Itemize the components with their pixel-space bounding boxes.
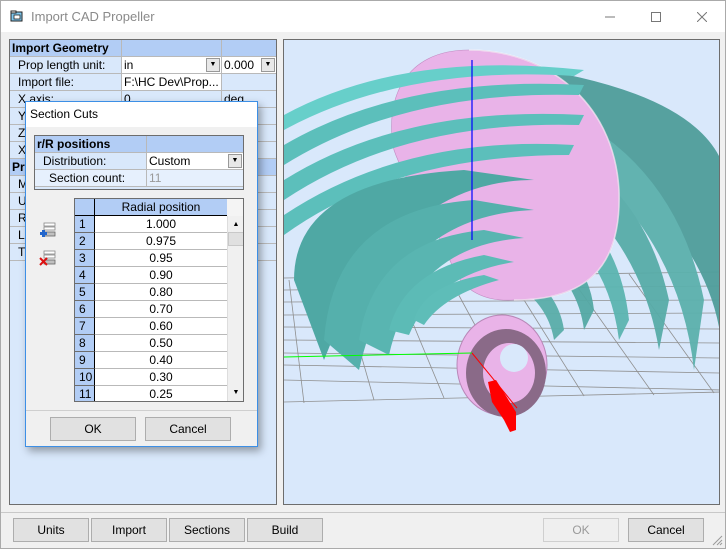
build-button[interactable]: Build bbox=[247, 518, 323, 542]
maximize-icon bbox=[651, 11, 661, 22]
radial-position-cell[interactable]: 0.90 bbox=[95, 267, 227, 284]
distribution-row: Distribution: Custom ▼ bbox=[35, 153, 243, 170]
import-file-label: Import file: bbox=[10, 74, 122, 90]
window-title: Import CAD Propeller bbox=[31, 9, 155, 24]
row-number[interactable]: 10 bbox=[75, 369, 95, 386]
radial-position-header: Radial position bbox=[95, 199, 227, 216]
row-number[interactable]: 8 bbox=[75, 335, 95, 352]
table-scrollbar[interactable]: ▲ ▼ bbox=[227, 216, 243, 401]
close-icon bbox=[697, 11, 707, 22]
dialog-cancel-button[interactable]: Cancel bbox=[145, 417, 231, 441]
radial-position-cell[interactable]: 0.40 bbox=[95, 352, 227, 369]
radial-position-table: Radial position 1 1.000 2 0.975 3 0.95 4 0.90 5 0… bbox=[74, 198, 244, 402]
row-number[interactable]: 11 bbox=[75, 386, 95, 401]
section-count-value: 11 bbox=[149, 171, 162, 185]
chevron-down-icon[interactable]: ▼ bbox=[206, 58, 220, 72]
import-file-field[interactable]: F:\HC Dev\Prop... bbox=[122, 74, 222, 90]
chevron-down-icon[interactable]: ▼ bbox=[261, 58, 275, 72]
prop-length-unit-select[interactable]: in ▼ bbox=[122, 57, 222, 73]
delete-row-icon[interactable] bbox=[39, 250, 57, 266]
radial-position-cell[interactable]: 0.975 bbox=[95, 233, 227, 250]
radial-position-cell[interactable]: 0.25 bbox=[95, 386, 227, 401]
radial-position-cell[interactable]: 1.000 bbox=[95, 216, 227, 233]
units-button[interactable]: Units bbox=[13, 518, 89, 542]
radial-position-cell[interactable]: 0.30 bbox=[95, 369, 227, 386]
scroll-up-button[interactable]: ▲ bbox=[228, 216, 243, 232]
section-count-label: Section count: bbox=[35, 170, 147, 186]
import-cad-propeller-window: Import CAD Propeller Import Geometry Pro… bbox=[0, 0, 726, 549]
row-number[interactable]: 2 bbox=[75, 233, 95, 250]
row-number[interactable]: 6 bbox=[75, 301, 95, 318]
ok-button[interactable]: OK bbox=[543, 518, 619, 542]
row-number[interactable]: 7 bbox=[75, 318, 95, 335]
dialog-title: Section Cuts bbox=[26, 102, 257, 127]
minimize-icon bbox=[605, 16, 615, 17]
row-number[interactable]: 9 bbox=[75, 352, 95, 369]
rr-positions-header: r/R positions bbox=[35, 136, 243, 153]
radial-position-cell[interactable]: 0.60 bbox=[95, 318, 227, 335]
close-button[interactable] bbox=[679, 1, 725, 32]
minimize-button[interactable] bbox=[587, 1, 633, 32]
radial-position-cell[interactable]: 0.70 bbox=[95, 301, 227, 318]
row-number[interactable]: 3 bbox=[75, 250, 95, 267]
distribution-select[interactable]: Custom ▼ bbox=[147, 153, 243, 169]
row-number[interactable]: 5 bbox=[75, 284, 95, 301]
resize-grip-icon[interactable] bbox=[711, 534, 723, 546]
precision-select[interactable]: 0.000 ▼ bbox=[222, 57, 276, 73]
maximize-button[interactable] bbox=[633, 1, 679, 32]
prop-length-unit-row: Prop length unit: in ▼ 0.000 ▼ bbox=[10, 57, 276, 74]
app-icon bbox=[10, 10, 23, 22]
sections-button[interactable]: Sections bbox=[169, 518, 245, 542]
rr-positions-grid: r/R positions Distribution: Custom ▼ Sec… bbox=[34, 135, 244, 190]
cancel-button[interactable]: Cancel bbox=[628, 518, 704, 542]
chevron-down-icon[interactable]: ▼ bbox=[228, 154, 242, 168]
section-cuts-dialog: Section Cuts r/R positions Distribution:… bbox=[25, 101, 258, 447]
import-file-row: Import file: F:\HC Dev\Prop... bbox=[10, 74, 276, 91]
prop-length-unit-label: Prop length unit: bbox=[10, 57, 122, 73]
title-bar: Import CAD Propeller bbox=[1, 1, 725, 32]
scroll-down-button[interactable]: ▼ bbox=[228, 384, 243, 400]
radial-position-cell[interactable]: 0.95 bbox=[95, 250, 227, 267]
row-number[interactable]: 1 bbox=[75, 216, 95, 233]
add-row-icon[interactable] bbox=[39, 222, 57, 238]
separator bbox=[1, 512, 725, 513]
import-button[interactable]: Import bbox=[91, 518, 167, 542]
3d-viewport[interactable] bbox=[283, 39, 720, 505]
section-count-row: Section count: 11 bbox=[35, 170, 243, 187]
import-geometry-header: Import Geometry bbox=[10, 40, 276, 57]
radial-position-cell[interactable]: 0.50 bbox=[95, 335, 227, 352]
scroll-thumb[interactable] bbox=[228, 232, 243, 246]
distribution-label: Distribution: bbox=[35, 153, 147, 169]
dialog-ok-button[interactable]: OK bbox=[50, 417, 136, 441]
row-number[interactable]: 4 bbox=[75, 267, 95, 284]
propeller-3d-view[interactable] bbox=[284, 40, 720, 505]
radial-position-cell[interactable]: 0.80 bbox=[95, 284, 227, 301]
